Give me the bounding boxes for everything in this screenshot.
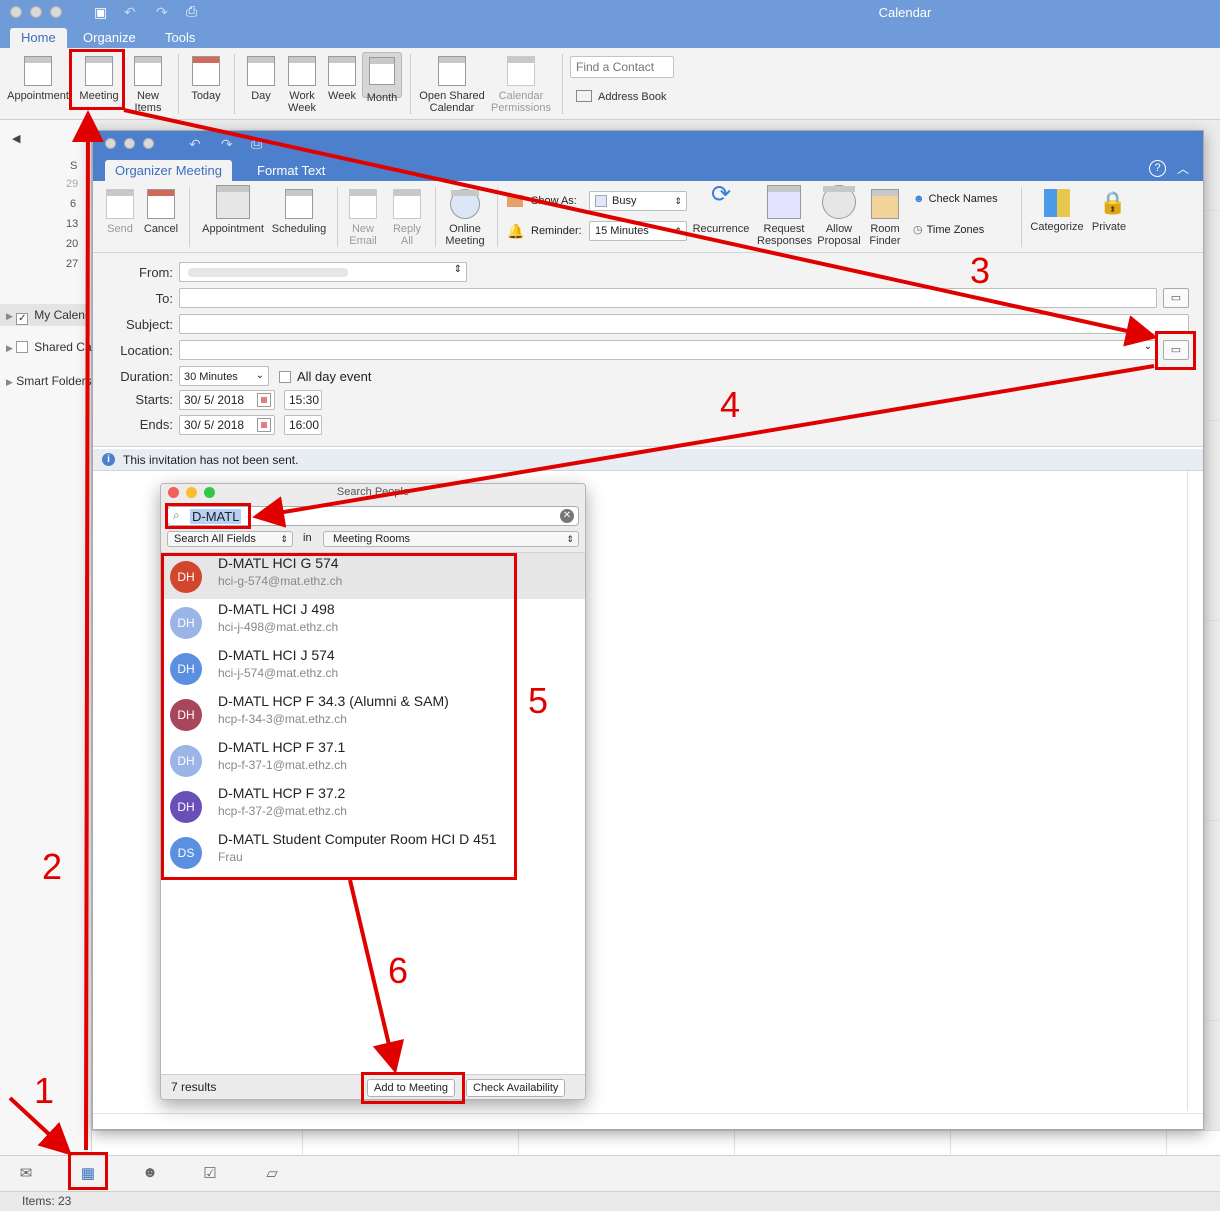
arrow-4 (252, 364, 1155, 528)
step-number-1: 1 (34, 1070, 55, 1111)
step-number-5: 5 (528, 680, 549, 721)
step-number-4: 4 (720, 384, 741, 425)
step-number-2: 2 (42, 846, 63, 887)
step-number-6: 6 (388, 950, 409, 991)
annotation-arrows (8, 108, 1158, 1156)
step-number-3: 3 (970, 250, 991, 291)
arrow-2 (71, 110, 104, 1151)
arrow-3 (123, 108, 1158, 347)
